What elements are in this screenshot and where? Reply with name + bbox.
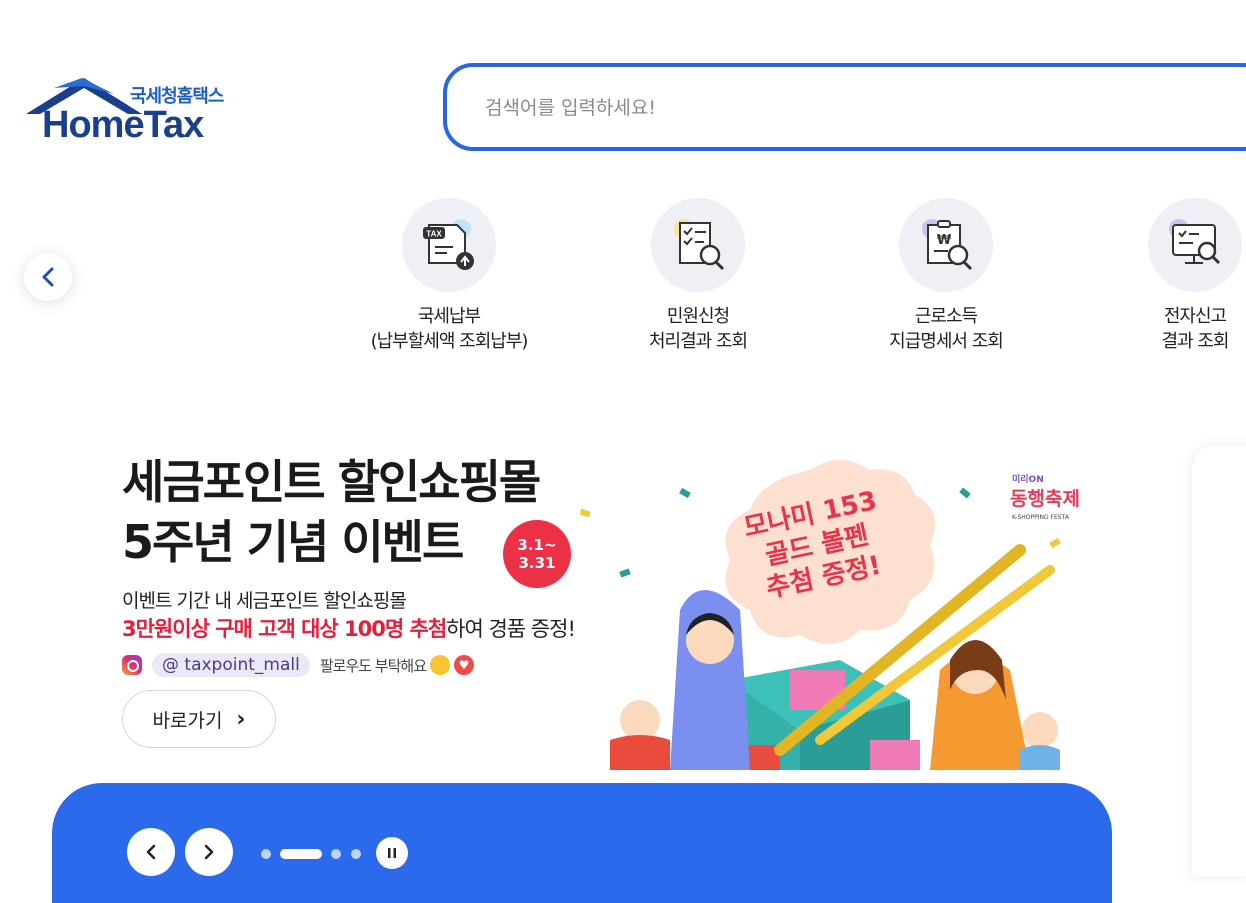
chevron-right-icon: [204, 844, 214, 860]
banner-title: 세금포인트 할인쇼핑몰 5주년 기념 이벤트: [122, 452, 541, 572]
instagram-note: 팔로우도 부탁해요: [319, 656, 427, 675]
quick-menu-label-line2: 결과 조회: [1161, 331, 1230, 352]
quick-menu-item-e-filing[interactable]: 전자신고 결과 조회: [1095, 198, 1246, 354]
tax-upload-icon: TAX: [423, 219, 474, 270]
smile-emoji-icon: [430, 655, 450, 675]
carousel-control-bar: [52, 783, 1112, 903]
logo-wordmark: HomeTax: [42, 104, 204, 146]
quick-menu-label-line1: 국세납부: [417, 306, 481, 327]
quick-menu-prev-button[interactable]: [24, 253, 72, 301]
quick-menu-label-line2: 처리결과 조회: [648, 331, 748, 352]
side-panel: [1192, 446, 1246, 876]
banner-title-line2: 5주년 기념 이벤트: [122, 515, 464, 569]
chevron-left-icon: [146, 844, 156, 860]
quick-menu-item-earned-income[interactable]: ₩ 근로소득 지급명세서 조회: [846, 198, 1046, 354]
svg-text:TAX: TAX: [426, 230, 442, 239]
go-to-event-label: 바로가기: [152, 709, 223, 732]
document-search-icon: [674, 219, 725, 271]
carousel-dot-active[interactable]: [280, 849, 322, 859]
festival-name: 동행축제: [1010, 488, 1080, 510]
banner-title-line1: 세금포인트 할인쇼핑몰: [122, 455, 541, 509]
instagram-icon: [122, 655, 142, 675]
carousel-dot[interactable]: [331, 849, 341, 859]
instagram-handle: @ taxpoint_mall: [152, 653, 310, 677]
carousel-dot[interactable]: [351, 849, 361, 859]
quick-menu-item-tax-payment[interactable]: TAX 국세납부 (납부할세액 조회납부): [349, 198, 549, 354]
quick-menu-label-line1: 근로소득: [914, 306, 978, 327]
carousel-dot[interactable]: [261, 849, 271, 859]
banner-description-line1: 이벤트 기간 내 세금포인트 할인쇼핑몰: [122, 590, 407, 612]
carousel-next-button[interactable]: [185, 828, 233, 876]
won-document-search-icon: ₩: [922, 219, 973, 271]
instagram-row: @ taxpoint_mall 팔로우도 부탁해요 ♥: [122, 652, 474, 678]
quick-menu-label-line1: 전자신고: [1163, 306, 1227, 327]
banner-highlight-text: 3만원이상 구매 고객 대상 100명 추첨: [122, 617, 447, 641]
search-input[interactable]: [483, 89, 1187, 127]
search-box[interactable]: [443, 63, 1246, 151]
heart-emoji-icon: ♥: [454, 655, 474, 675]
quick-menu-item-civil-petition[interactable]: 민원신청 처리결과 조회: [598, 198, 798, 354]
quick-menu-label-line2: 지급명세서 조회: [889, 331, 1004, 352]
event-date-end: 3.31: [518, 554, 556, 572]
hometax-logo[interactable]: 국세청홈택스 HomeTax: [24, 76, 244, 146]
event-date-start: 3.1~: [517, 536, 557, 554]
chevron-right-icon: ›: [236, 706, 246, 732]
go-to-event-button[interactable]: 바로가기 ›: [122, 690, 276, 748]
pause-icon: [388, 848, 396, 858]
quick-menu-label-line2: (납부할세액 조회납부): [370, 331, 529, 352]
carousel-prev-button[interactable]: [127, 828, 175, 876]
event-banner[interactable]: 세금포인트 할인쇼핑몰 5주년 기념 이벤트 3.1~ 3.31 이벤트 기간 …: [0, 440, 1246, 770]
svg-text:₩: ₩: [937, 233, 952, 248]
event-date-badge: 3.1~ 3.31: [503, 520, 571, 588]
banner-description-line2: 3만원이상 구매 고객 대상 100명 추첨하여 경품 증정!: [122, 613, 576, 643]
carousel-pause-button[interactable]: [376, 837, 408, 869]
festival-subtitle: K-SHOPPING FESTA: [1012, 514, 1069, 521]
quick-menu-label-line1: 민원신청: [666, 306, 730, 327]
chevron-left-icon: [42, 267, 54, 287]
banner-description-rest: 하여 경품 증정!: [446, 617, 576, 641]
monitor-search-icon: [1169, 219, 1221, 265]
